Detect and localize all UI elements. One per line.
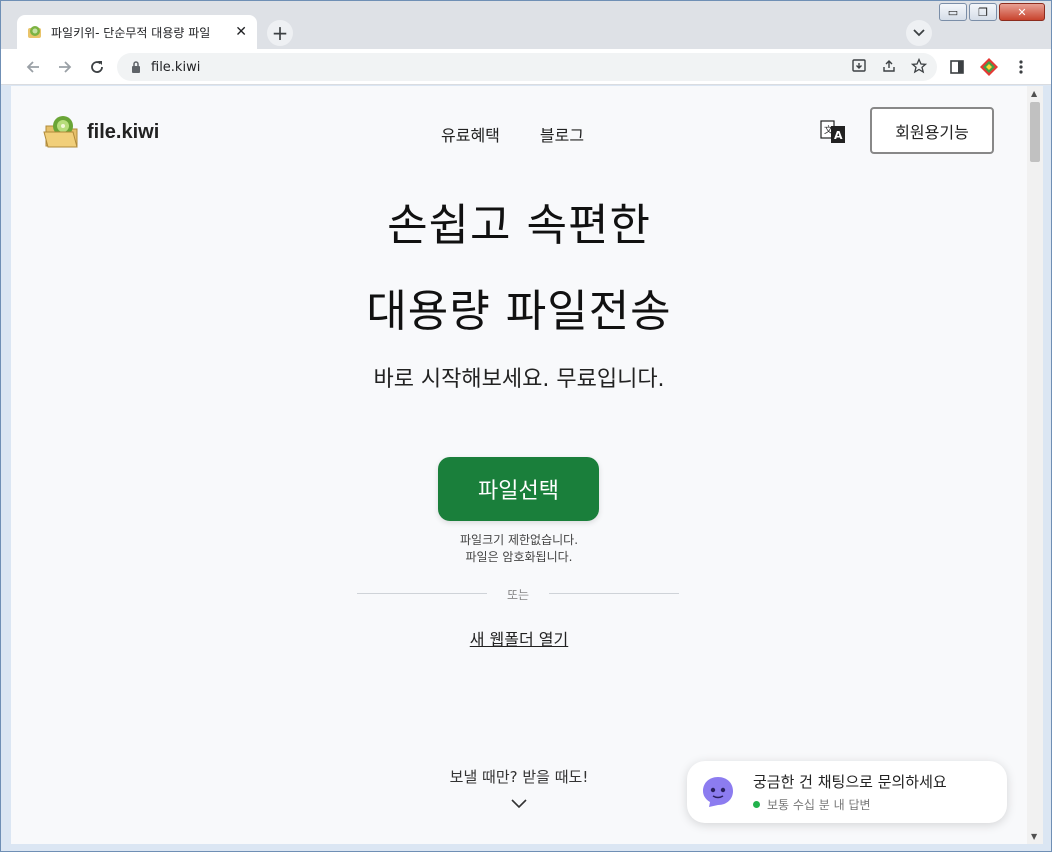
tab-search-button[interactable] — [906, 20, 932, 46]
chat-texts: 궁금한 건 채팅으로 문의하세요 보통 수십 분 내 답변 — [753, 771, 947, 813]
page-scrollbar[interactable]: ▲ ▼ — [1027, 86, 1043, 844]
arrow-right-icon — [59, 61, 72, 73]
or-divider: 또는 — [357, 586, 679, 602]
browser-window: 파일키위- 단순무적 대용량 파일 ✕ + ▭ ❐ ✕ file.kiwi fi… — [0, 0, 1052, 852]
forward-button[interactable] — [53, 55, 77, 79]
tab-close-icon[interactable]: ✕ — [235, 24, 247, 40]
reload-icon — [91, 61, 103, 73]
extension-icon — [980, 58, 998, 76]
lock-icon — [132, 61, 140, 73]
nav-item-benefits[interactable]: 유료혜택 — [441, 122, 500, 146]
scroll-down-icon[interactable]: ▼ — [1031, 832, 1037, 841]
online-dot-icon — [753, 801, 760, 808]
member-features-button[interactable]: 회원용기능 — [870, 107, 994, 154]
share-icon[interactable] — [881, 58, 897, 74]
site-header: file.kiwi 유료혜택 블로그 文 A 회원용기능 — [11, 86, 1027, 176]
chat-bot-icon — [703, 777, 733, 807]
chat-status: 보통 수십 분 내 답변 — [753, 796, 947, 813]
hero-title-line-2: 대용량 파일전송 — [366, 286, 672, 337]
kiwi-folder-logo-icon — [43, 116, 78, 148]
encryption-note: 파일은 암호화됩니다. — [465, 550, 573, 564]
size-note: 파일크기 제한없습니다. — [459, 533, 579, 547]
chevron-down-icon — [913, 29, 925, 37]
url-text: file.kiwi — [151, 59, 201, 75]
site-logo[interactable]: file.kiwi — [43, 114, 159, 150]
arrow-left-icon — [26, 61, 39, 73]
browser-toolbar: file.kiwi — [1, 49, 1051, 85]
select-file-button[interactable]: 파일선택 — [438, 457, 599, 521]
tab-strip: 파일키위- 단순무적 대용량 파일 ✕ + ▭ ❐ ✕ — [1, 1, 1051, 49]
install-icon[interactable] — [851, 58, 867, 74]
browser-tab[interactable]: 파일키위- 단순무적 대용량 파일 ✕ — [17, 15, 257, 49]
chat-title: 궁금한 건 채팅으로 문의하세요 — [753, 773, 947, 791]
scroll-down-chevron-icon[interactable] — [510, 798, 528, 810]
page-viewport: file.kiwi 유료혜택 블로그 文 A 회원용기능 손쉽고 속편한 대용량… — [11, 86, 1027, 844]
close-window-button[interactable]: ✕ — [999, 3, 1045, 21]
window-controls: ▭ ❐ ✕ — [939, 3, 1045, 21]
logo-text: file.kiwi — [87, 120, 160, 143]
new-tab-button[interactable]: + — [267, 20, 293, 46]
new-webfolder-link[interactable]: 새 웹폴더 열기 — [11, 626, 1027, 650]
address-bar[interactable]: file.kiwi — [117, 53, 937, 81]
back-button[interactable] — [21, 55, 45, 79]
scroll-thumb[interactable] — [1030, 102, 1040, 162]
kiwi-favicon-icon — [28, 26, 41, 38]
side-panel-button[interactable] — [945, 55, 969, 79]
extension-button[interactable] — [977, 55, 1001, 79]
minimize-button[interactable]: ▭ — [939, 3, 967, 21]
divider-text: 또는 — [506, 588, 530, 602]
svg-text:A: A — [834, 129, 843, 142]
hero-title-line-1: 손쉽고 속편한 — [387, 200, 651, 251]
translate-icon[interactable]: 文 A — [819, 118, 847, 146]
browser-menu-button[interactable] — [1009, 55, 1033, 79]
side-panel-icon — [950, 60, 964, 74]
main-nav: 유료혜택 블로그 — [441, 122, 584, 146]
chat-widget[interactable]: 궁금한 건 채팅으로 문의하세요 보통 수십 분 내 답변 — [687, 761, 1007, 823]
reload-button[interactable] — [85, 55, 109, 79]
star-icon[interactable] — [911, 58, 927, 74]
omnibox-actions — [851, 58, 927, 74]
hero-title: 손쉽고 속편한 대용량 파일전송 — [11, 196, 1027, 342]
restore-button[interactable]: ❐ — [969, 3, 997, 21]
chat-status-text: 보통 수십 분 내 답변 — [767, 798, 871, 812]
scroll-up-icon[interactable]: ▲ — [1031, 89, 1037, 98]
nav-item-blog[interactable]: 블로그 — [540, 122, 584, 146]
tab-title: 파일키위- 단순무적 대용량 파일 — [51, 25, 211, 40]
hero-subtitle: 바로 시작해보세요. 무료입니다. — [373, 367, 665, 392]
more-vertical-icon — [1019, 60, 1023, 74]
divider-line-right — [549, 593, 679, 594]
